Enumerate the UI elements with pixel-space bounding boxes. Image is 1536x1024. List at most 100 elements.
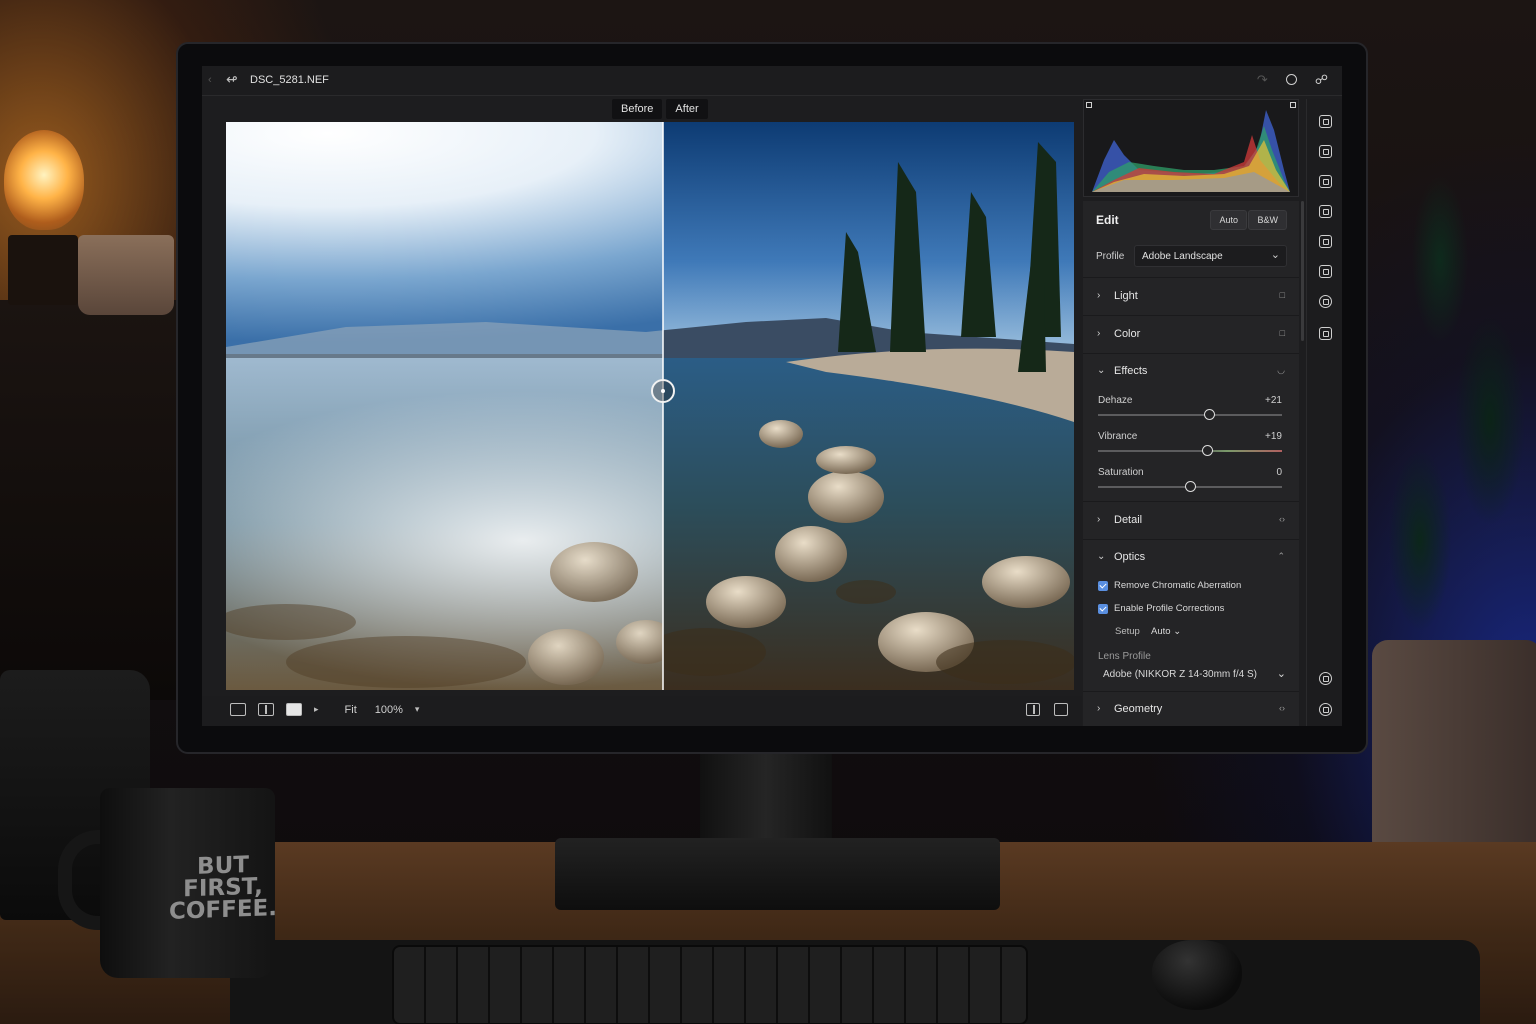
saturation-thumb[interactable] <box>1185 481 1196 492</box>
chevron-down-icon: ⌄ <box>1276 668 1286 680</box>
chevron-right-icon: › <box>1097 290 1101 301</box>
remove-ca-checkbox[interactable] <box>1098 581 1108 591</box>
red-eye-tool-icon[interactable] <box>1319 235 1332 248</box>
lens-profile-select[interactable]: Adobe (NIKKOR Z 14-30mm f/4 S) ⌄ <box>1098 667 1288 685</box>
highlight-clipping-icon[interactable] <box>1290 102 1296 108</box>
chevron-right-icon: › <box>1097 703 1101 714</box>
bottom-toolbar: ▸ Fit 100% ▾ <box>202 696 1082 726</box>
bw-button[interactable]: B&W <box>1248 210 1287 230</box>
saturation-value[interactable]: 0 <box>1276 467 1282 478</box>
divider <box>1083 539 1299 540</box>
chevron-down-icon: ⌄ <box>1173 626 1182 637</box>
profile-corrections-label: Enable Profile Corrections <box>1114 603 1225 614</box>
share-icon[interactable]: ☍ <box>1315 72 1328 88</box>
settings-icon[interactable] <box>1319 703 1332 716</box>
section-label: Color <box>1114 328 1141 340</box>
chevron-right-icon: › <box>1097 328 1101 339</box>
healing-tool-icon[interactable] <box>1319 175 1332 188</box>
circle-icon[interactable] <box>1285 74 1297 85</box>
zoom-level[interactable]: 100% <box>375 704 403 716</box>
masking-tool-icon[interactable] <box>1319 205 1332 218</box>
profile-browse-icon[interactable]: ⌄ <box>1271 248 1280 261</box>
back-icon[interactable]: ‹ <box>208 74 212 86</box>
section-effects[interactable]: ⌄ Effects ◡ <box>1083 355 1299 389</box>
visibility-icon[interactable]: ‹› <box>1279 703 1285 713</box>
keyboard <box>392 945 1028 1024</box>
single-view-icon[interactable] <box>230 703 246 716</box>
view-controls: ▸ Fit 100% ▾ <box>230 703 419 716</box>
dehaze-value[interactable]: +21 <box>1265 395 1282 406</box>
swap-icon[interactable] <box>1054 703 1068 716</box>
panel-scrollbar[interactable] <box>1301 201 1304 341</box>
remove-ca-label: Remove Chromatic Aberration <box>1114 580 1242 591</box>
section-label: Effects <box>1114 365 1148 377</box>
auto-button[interactable]: Auto <box>1210 210 1247 230</box>
monitor-stand-foot <box>555 838 1000 910</box>
crop-tool-icon[interactable] <box>1319 145 1332 158</box>
visibility-icon[interactable]: □ <box>1280 290 1285 300</box>
photo-canvas[interactable] <box>226 122 1074 690</box>
section-label: Geometry <box>1114 703 1163 715</box>
section-optics[interactable]: ⌄ Optics ⌃ <box>1083 541 1299 575</box>
section-label: Light <box>1114 290 1138 302</box>
lamp <box>4 130 84 230</box>
section-detail[interactable]: › Detail ‹› <box>1083 504 1299 538</box>
divider <box>1083 353 1299 354</box>
edit-tool-icon[interactable] <box>1319 115 1332 128</box>
compare-controls <box>1026 703 1068 716</box>
title-icons: ↷ ☍ <box>1257 72 1328 88</box>
edit-title: Edit <box>1096 213 1119 227</box>
lens-profile-label: Lens Profile <box>1098 651 1151 662</box>
visibility-icon[interactable]: □ <box>1280 328 1285 338</box>
shadow-clipping-icon[interactable] <box>1086 102 1092 108</box>
lens-profile-value: Adobe (NIKKOR Z 14-30mm f/4 S) <box>1103 669 1257 680</box>
versions-tool-icon[interactable] <box>1319 295 1332 308</box>
section-geometry[interactable]: › Geometry ‹› <box>1083 693 1299 726</box>
split-divider[interactable] <box>662 122 664 690</box>
section-light[interactable]: › Light □ <box>1083 280 1299 314</box>
zoom-menu-caret-icon[interactable]: ▾ <box>415 704 420 715</box>
visibility-icon[interactable]: ◡ <box>1277 365 1285 376</box>
setup-select[interactable]: Auto ⌄ <box>1151 626 1181 637</box>
before-label: Before <box>612 99 663 119</box>
saturation-slider[interactable] <box>1098 481 1282 492</box>
close-icon[interactable]: ↫ <box>226 71 238 88</box>
visibility-icon[interactable]: ‹› <box>1279 514 1285 524</box>
vibrance-thumb[interactable] <box>1202 445 1214 456</box>
mug-text: BUT FIRST, COFFEE. <box>168 852 277 925</box>
histogram <box>1083 99 1299 197</box>
vibrance-slider[interactable] <box>1098 445 1282 456</box>
title-bar: ‹ ↫ DSC_5281.NEF ↷ ☍ <box>202 66 1342 96</box>
help-icon[interactable] <box>1319 672 1332 685</box>
section-label: Optics <box>1114 551 1146 563</box>
presets-tool-icon[interactable] <box>1319 265 1332 278</box>
monitor-screen: ‹ ↫ DSC_5281.NEF ↷ ☍ Before After ▸ Fit … <box>202 66 1342 726</box>
compare-icon[interactable] <box>1026 703 1040 716</box>
info-tool-icon[interactable] <box>1319 327 1332 340</box>
dehaze-slider[interactable] <box>1098 409 1282 420</box>
undo-icon[interactable]: ↷ <box>1257 72 1268 88</box>
profile-select[interactable]: Adobe Landscape ⌄ <box>1134 245 1287 267</box>
dehaze-thumb[interactable] <box>1204 409 1216 420</box>
split-view-icon[interactable] <box>286 703 302 716</box>
section-color[interactable]: › Color □ <box>1083 318 1299 352</box>
view-menu-caret-icon[interactable]: ▸ <box>314 704 319 715</box>
profile-corrections-checkbox[interactable] <box>1098 604 1108 614</box>
dehaze-label: Dehaze <box>1098 395 1133 406</box>
divider <box>1083 277 1299 278</box>
chevron-right-icon: › <box>1097 514 1101 525</box>
plant-right <box>1380 60 1536 660</box>
fit-button[interactable]: Fit <box>345 704 357 716</box>
chevron-up-icon[interactable]: ⌃ <box>1277 551 1285 562</box>
saturation-label: Saturation <box>1098 467 1144 478</box>
plant-pot-left <box>78 235 174 315</box>
profile-value: Adobe Landscape <box>1142 251 1223 262</box>
vibrance-value[interactable]: +19 <box>1265 431 1282 442</box>
mouse <box>1152 940 1242 1010</box>
divider <box>1083 501 1299 502</box>
setup-label: Setup <box>1115 626 1140 637</box>
setup-value: Auto <box>1151 626 1171 637</box>
split-handle[interactable] <box>651 379 675 403</box>
histogram-graph <box>1092 110 1290 192</box>
side-by-side-icon[interactable] <box>258 703 274 716</box>
